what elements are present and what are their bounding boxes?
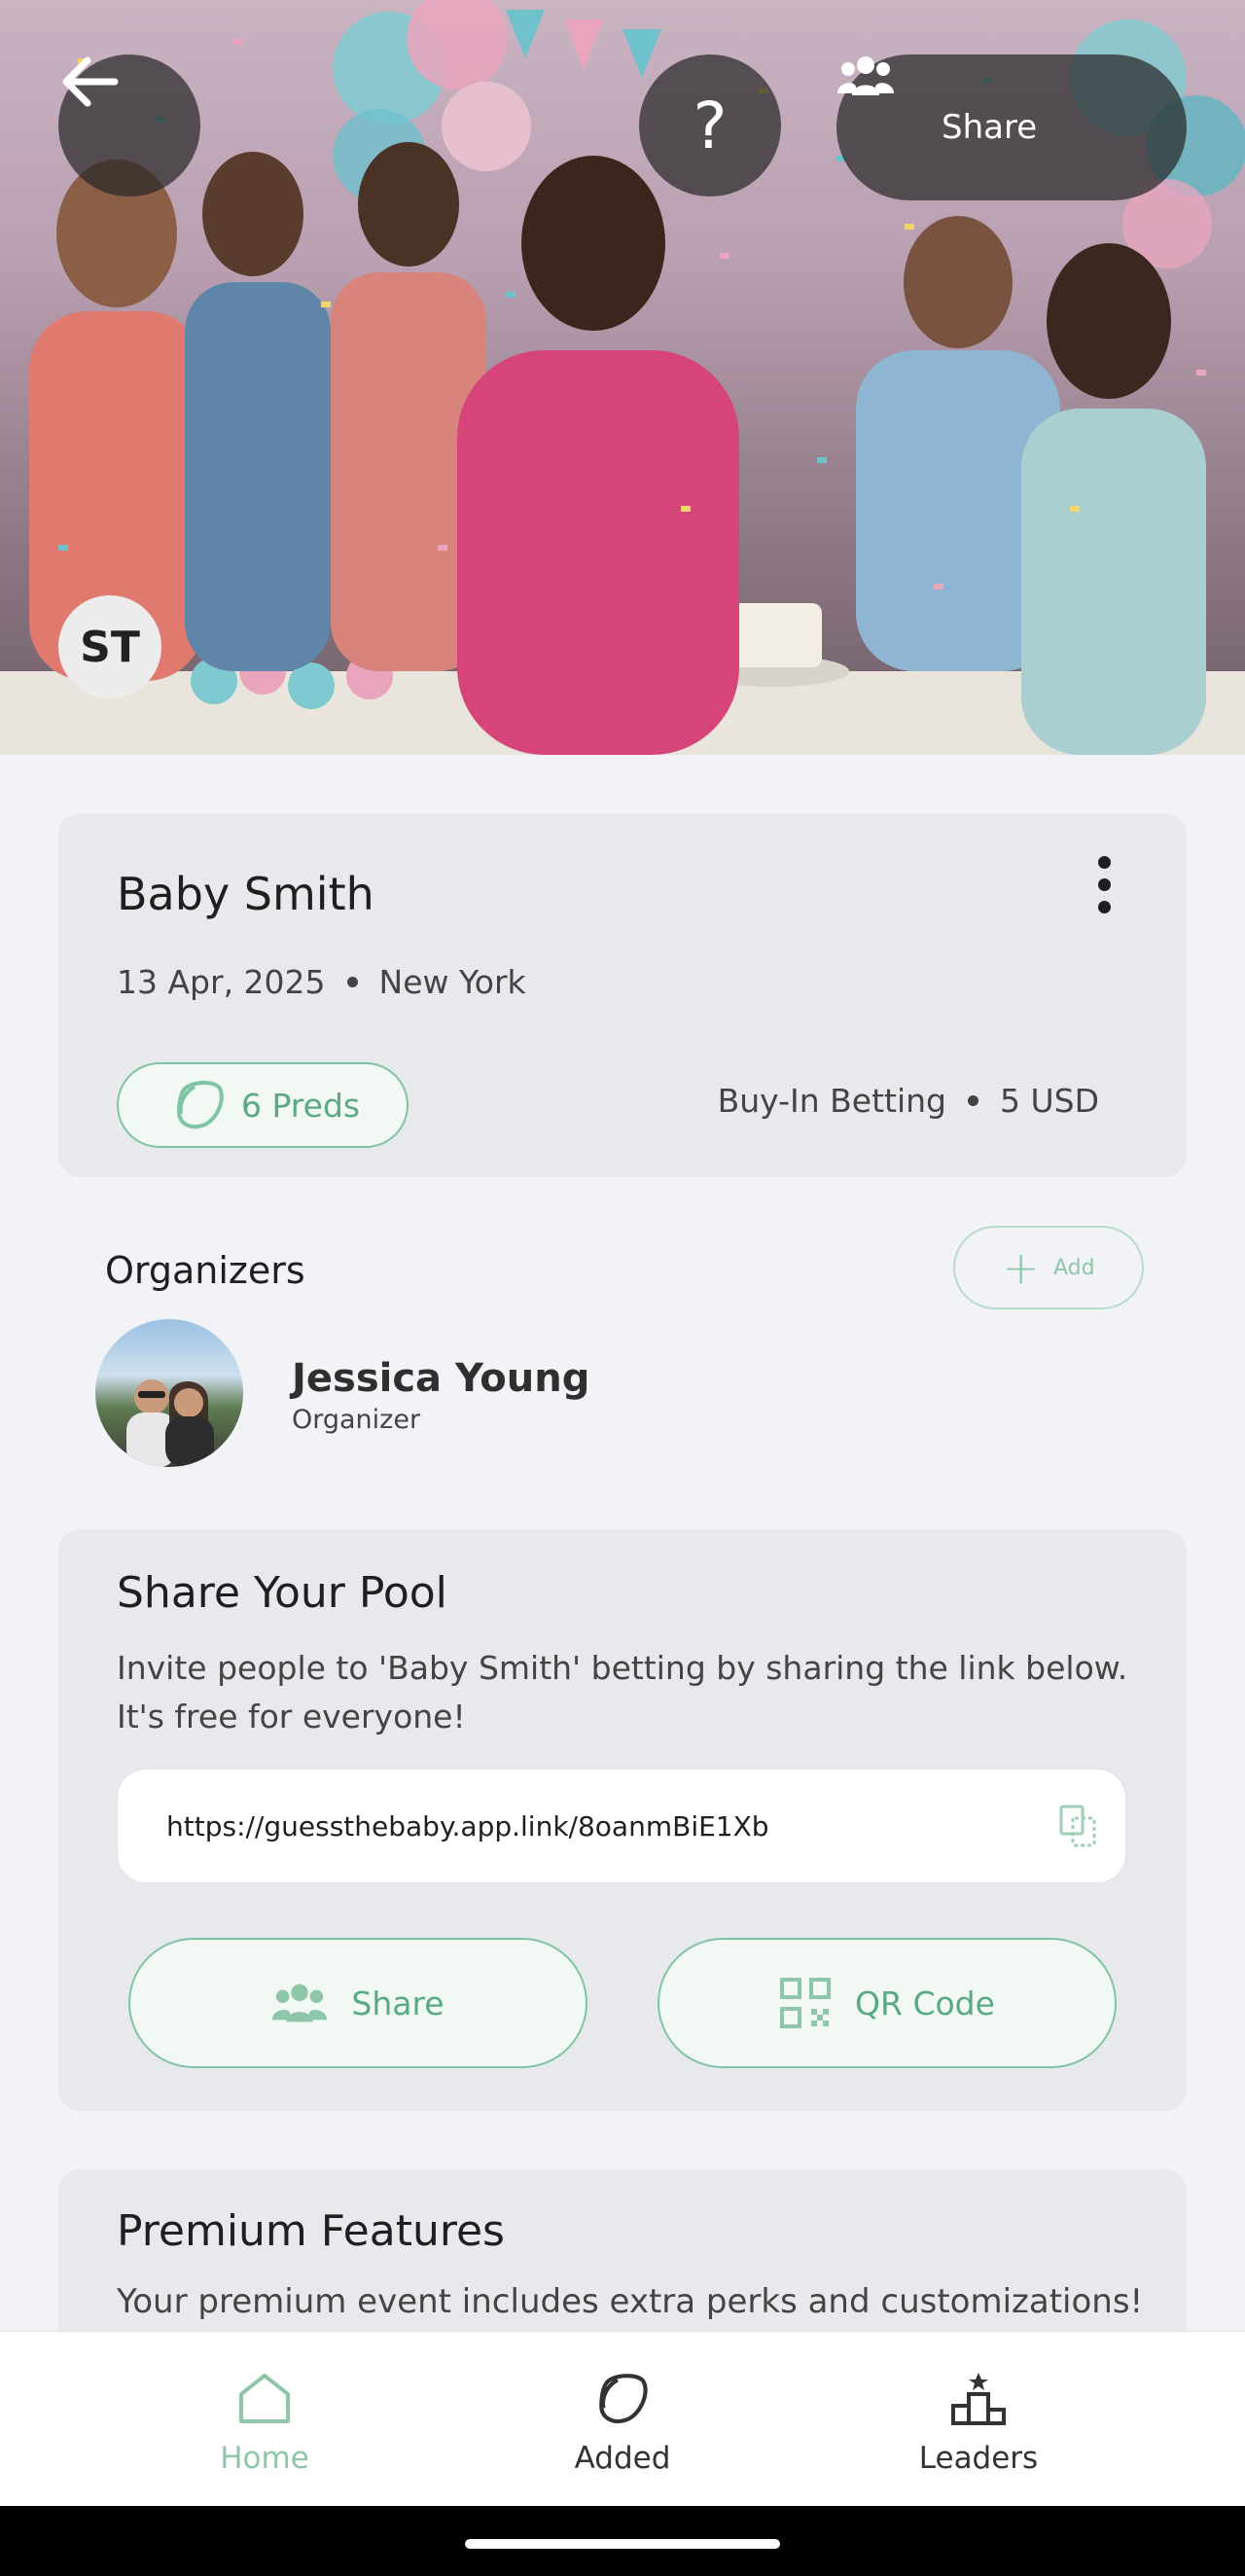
share-pool-card: Share Your Pool Invite people to 'Baby S…: [58, 1529, 1187, 2111]
bottom-navigation: Home Added Leaders: [0, 2331, 1245, 2506]
betting-type: Buy-In Betting: [717, 1082, 946, 1120]
qr-code-icon: [780, 1978, 832, 2028]
add-organizer-button[interactable]: + Add: [953, 1226, 1144, 1309]
organizer-photo: [126, 1379, 214, 1467]
plus-icon: +: [1002, 1241, 1040, 1294]
predictions-icon: [176, 1081, 224, 1129]
predictions-badge[interactable]: 6 Preds: [117, 1062, 409, 1148]
back-button[interactable]: [58, 54, 200, 197]
share-link-label: Share: [351, 1984, 445, 2022]
user-avatar[interactable]: ST: [58, 595, 161, 698]
qr-code-button[interactable]: QR Code: [658, 1938, 1117, 2068]
share-pool-description: Invite people to 'Baby Smith' betting by…: [117, 1649, 1128, 1735]
predictions-icon: [599, 2374, 648, 2424]
organizers-heading: Organizers: [105, 1249, 305, 1292]
organizer-avatar[interactable]: [95, 1319, 243, 1467]
nav-leaders-label: Leaders: [918, 2441, 1039, 2476]
event-meta: 13 Apr, 2025 New York: [117, 963, 526, 1001]
hero-share-button[interactable]: Share: [836, 54, 1187, 200]
event-date: 13 Apr, 2025: [117, 963, 326, 1001]
qr-code-label: QR Code: [855, 1984, 995, 2022]
premium-title: Premium Features: [117, 2206, 505, 2256]
share-link-text[interactable]: https://guessthebaby.app.link/8oanmBiE1X…: [166, 1810, 769, 1843]
predictions-count: 6 Preds: [241, 1086, 361, 1125]
system-navigation-bar: [0, 2506, 1245, 2576]
share-link-field[interactable]: https://guessthebaby.app.link/8oanmBiE1X…: [117, 1769, 1126, 1883]
add-organizer-label: Add: [1052, 1255, 1095, 1280]
nav-home-label: Home: [220, 2441, 309, 2476]
nav-added-label: Added: [574, 2441, 671, 2476]
event-card: Baby Smith 13 Apr, 2025 New York 6 Preds…: [58, 813, 1187, 1177]
event-title: Baby Smith: [117, 868, 374, 920]
organizer-name: Jessica Young: [292, 1356, 590, 1401]
share-link-button[interactable]: Share: [128, 1938, 587, 2068]
back-arrow-icon: [62, 56, 119, 107]
event-location: New York: [378, 963, 526, 1001]
separator-dot: [346, 977, 358, 987]
help-button[interactable]: ?: [639, 54, 781, 197]
share-pool-title: Share Your Pool: [117, 1568, 447, 1618]
organizer-role: Organizer: [292, 1405, 421, 1435]
nav-leaders[interactable]: Leaders: [881, 2371, 1076, 2476]
premium-description: Your premium event includes extra perks …: [117, 2282, 1144, 2321]
separator-dot: [968, 1095, 978, 1106]
nav-home[interactable]: Home: [167, 2371, 362, 2476]
nav-added[interactable]: Added: [525, 2371, 720, 2476]
event-hero-photo: ? Share ST: [0, 0, 1245, 755]
group-icon: [272, 1984, 328, 2022]
help-icon: ?: [693, 88, 728, 163]
leaderboard-podium-icon: [951, 2373, 1006, 2425]
copy-icon[interactable]: [1057, 1803, 1098, 1849]
hero-share-label: Share: [942, 108, 1038, 147]
betting-info: Buy-In Betting 5 USD: [718, 1082, 1099, 1120]
group-icon: [837, 56, 894, 95]
home-icon: [239, 2374, 290, 2423]
more-options-icon[interactable]: [1089, 856, 1119, 918]
buy-in-amount: 5 USD: [1000, 1082, 1099, 1120]
home-indicator[interactable]: [465, 2539, 780, 2549]
